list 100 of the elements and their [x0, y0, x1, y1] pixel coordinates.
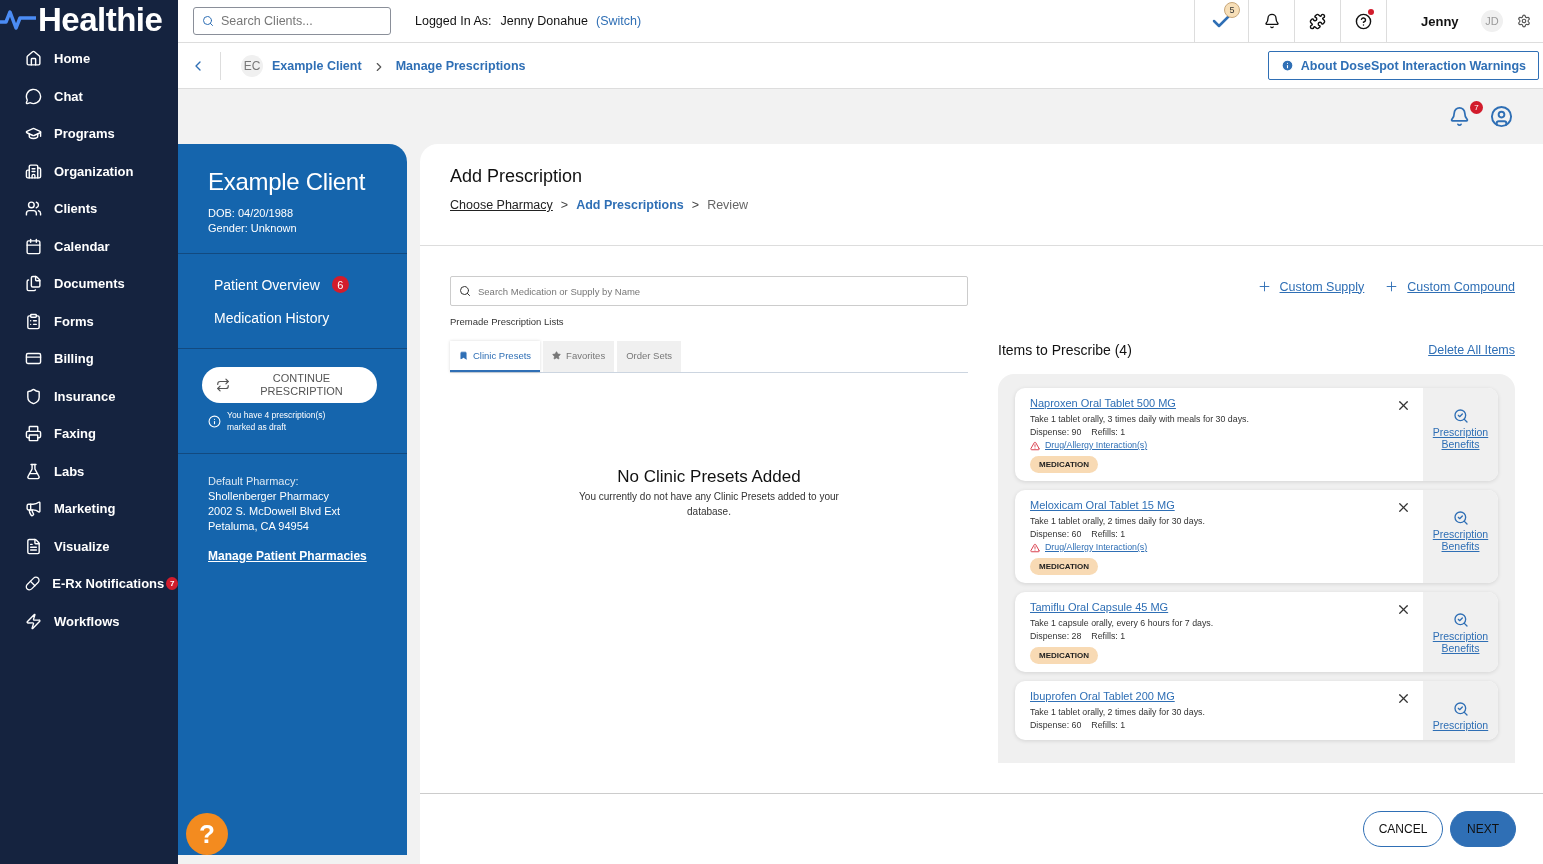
pharmacy-label: Default Pharmacy:	[208, 474, 300, 489]
nav-icon	[25, 500, 42, 518]
sidebar-item[interactable]: Home	[0, 40, 178, 78]
cancel-button[interactable]: CANCEL	[1363, 811, 1443, 847]
manage-pharmacies-link[interactable]: Manage Patient Pharmacies	[208, 549, 377, 563]
magnifier-icon	[1452, 510, 1469, 526]
nav-icon	[25, 237, 42, 255]
prescription-benefits-link[interactable]: Prescription	[1423, 681, 1498, 740]
sidebar-item[interactable]: Programs	[0, 115, 178, 153]
add-link[interactable]: Custom Supply	[1256, 279, 1365, 294]
sidebar-item[interactable]: Billing	[0, 340, 178, 378]
refills-count: Refills: 1	[1091, 426, 1126, 439]
breadcrumb-link[interactable]: Manage Prescriptions	[395, 58, 526, 73]
dosage-instructions: Take 1 tablet orally, 2 times daily for 30 days.	[1030, 515, 1206, 528]
dispense-amount: Dispense: 28	[1030, 630, 1082, 643]
patient-dob: DOB: 04/20/1988	[208, 206, 294, 221]
medication-tag: MEDICATION	[1030, 558, 1099, 575]
sidebar-item[interactable]: E-Rx Notifications 7	[0, 565, 178, 603]
items-heading: Items to Prescribe (4)	[998, 342, 1132, 358]
sidebar-item[interactable]: Faxing	[0, 415, 178, 453]
nav-icon	[25, 537, 42, 555]
nav-icon	[25, 462, 42, 480]
sidebar-item[interactable]: Organization	[0, 152, 178, 190]
dosage-instructions: Take 1 tablet orally, 3 times daily with meals for 30 days.	[1030, 413, 1250, 426]
nav-icon	[25, 312, 42, 330]
close-button[interactable]	[1396, 691, 1411, 706]
switch-link[interactable]: (Switch)	[596, 14, 642, 28]
step-separator: >	[560, 198, 569, 212]
plus-icon	[1256, 279, 1272, 294]
breadcrumb-link[interactable]: Example Client	[272, 58, 362, 73]
sidebar-item[interactable]: Clients	[0, 190, 178, 228]
add-link[interactable]: Custom Compound	[1384, 279, 1515, 294]
medication-tag: MEDICATION	[1030, 647, 1099, 664]
count-badge: 5	[1224, 2, 1240, 18]
sidebar-item[interactable]: Marketing	[0, 490, 178, 528]
lists-label: Premade Prescription Lists	[450, 316, 565, 327]
healthie-logo[interactable]: Healthie	[0, 0, 178, 40]
list-tab[interactable]: Clinic Presets	[450, 341, 541, 372]
close-button[interactable]	[1396, 602, 1411, 617]
upcoming-step[interactable]: Review	[707, 198, 749, 212]
close-button[interactable]	[1396, 500, 1411, 515]
close-button[interactable]	[1396, 398, 1411, 413]
info-icon	[208, 414, 221, 428]
sidebar-item[interactable]: Chat	[0, 77, 178, 115]
bell-button[interactable]	[1449, 106, 1470, 127]
medication-link[interactable]: Naproxen Oral Tablet 500 MG	[1030, 397, 1176, 409]
prescription-benefits-link[interactable]: Prescription Benefits	[1423, 388, 1498, 481]
medication-search-field[interactable]: Search Medication or Supply by Name	[450, 276, 968, 306]
step-separator: >	[691, 198, 700, 212]
nav-icon	[25, 162, 42, 180]
search-icon	[459, 285, 471, 297]
patient-nav-link[interactable]: Medication History	[214, 301, 371, 334]
interaction-link[interactable]: Drug/Allergy Interaction(s)	[1045, 541, 1148, 554]
sidebar-item[interactable]: Calendar	[0, 227, 178, 265]
nav-icon	[25, 387, 42, 405]
sidebar-item[interactable]: Documents	[0, 265, 178, 303]
sidebar-item[interactable]: Visualize	[0, 527, 178, 565]
medication-link[interactable]: Tamiflu Oral Capsule 45 MG	[1030, 601, 1169, 613]
sidebar-item[interactable]: Labs	[0, 452, 178, 490]
nav-icon	[25, 275, 42, 293]
info-icon	[1280, 59, 1294, 72]
medication-tag: MEDICATION	[1030, 456, 1099, 473]
medication-link[interactable]: Ibuprofen Oral Tablet 200 MG	[1030, 690, 1175, 702]
patient-gender: Gender: Unknown	[208, 221, 298, 236]
interaction-link[interactable]: Drug/Allergy Interaction(s)	[1045, 439, 1148, 452]
prescription-benefits-link[interactable]: Prescription Benefits	[1423, 592, 1498, 672]
pharmacy-address-line: 2002 S. McDowell Blvd Ext	[208, 504, 342, 519]
next-button[interactable]: NEXT	[1450, 811, 1516, 847]
continue-prescription-button[interactable]: CONTINUE PRESCRIPTION	[202, 367, 377, 403]
list-tab[interactable]: Order Sets	[617, 341, 682, 372]
bell-icon	[1263, 13, 1280, 29]
delete-all-link[interactable]: Delete All Items	[1428, 343, 1515, 357]
nav-icon	[25, 50, 42, 68]
patient-nav-link[interactable]: Patient Overview 6	[214, 268, 371, 301]
magnifier-icon	[1452, 701, 1469, 717]
empty-state-text: You currently do not have any Clinic Presets added to your database.	[578, 490, 840, 519]
bookmark-icon	[459, 351, 468, 360]
patient-name: Example Client	[208, 168, 367, 196]
draft-note: You have 4 prescription(s) marked as draft	[227, 409, 327, 433]
bell-icon	[1449, 106, 1470, 127]
notification-badge: 7	[166, 577, 178, 591]
search-icon	[202, 15, 214, 27]
close-icon	[1396, 398, 1411, 413]
sidebar-item[interactable]: Insurance	[0, 377, 178, 415]
nav-icon	[25, 200, 42, 218]
pharmacy-address-line: Shollenberger Pharmacy	[208, 489, 331, 504]
settings-icon[interactable]	[1517, 14, 1531, 28]
nav-icon	[25, 575, 41, 593]
sidebar-item[interactable]: Workflows	[0, 602, 178, 640]
magnifier-icon	[1452, 612, 1469, 628]
sidebar-item[interactable]: Forms	[0, 302, 178, 340]
prescription-benefits-link[interactable]: Prescription Benefits	[1423, 490, 1498, 583]
search-field[interactable]: Search Clients...	[193, 7, 391, 35]
current-step[interactable]: Add Prescriptions	[576, 198, 684, 212]
dispense-amount: Dispense: 60	[1030, 719, 1082, 732]
profile-button[interactable]	[1490, 105, 1513, 128]
interaction-warnings-button[interactable]: About DoseSpot Interaction Warnings	[1267, 51, 1539, 80]
medication-link[interactable]: Meloxicam Oral Tablet 15 MG	[1030, 499, 1175, 511]
step-link[interactable]: Choose Pharmacy	[450, 198, 553, 212]
list-tab[interactable]: Favorites	[543, 341, 615, 372]
